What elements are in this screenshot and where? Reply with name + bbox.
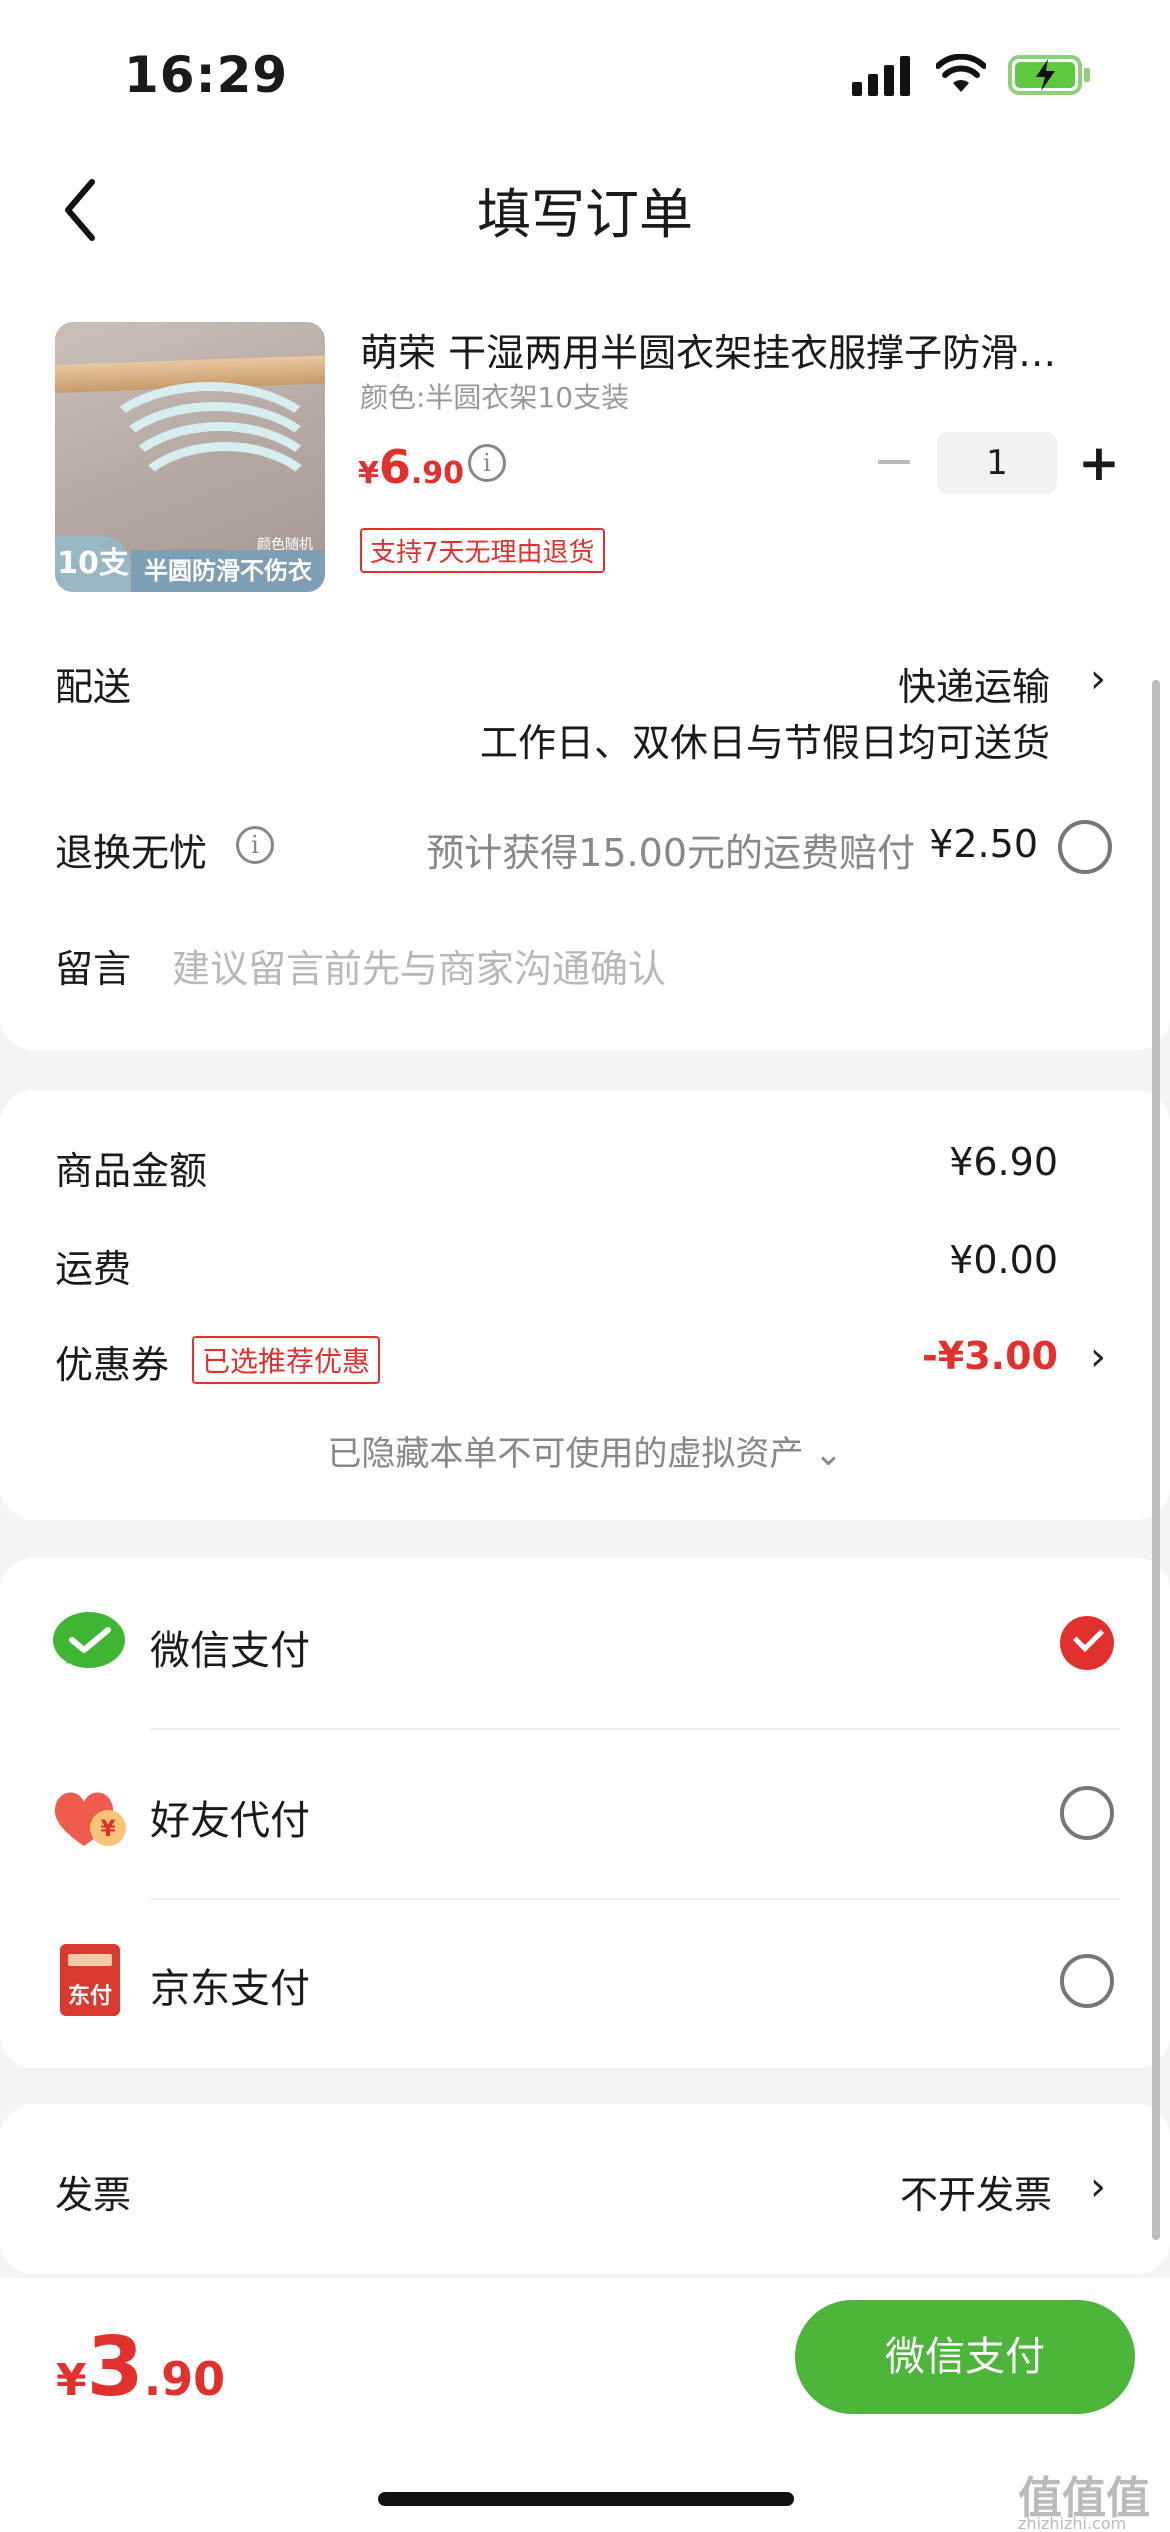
- invoice-value[interactable]: 不开发票: [900, 2164, 1052, 2219]
- message-input[interactable]: 建议留言前先与商家沟通确认: [172, 938, 666, 993]
- return-service-price: ¥2.50: [929, 822, 1038, 866]
- invoice-label: 发票: [55, 2173, 132, 2217]
- coupon-label: 优惠券: [55, 1343, 170, 1387]
- cellular-signal-icon: [852, 56, 910, 96]
- payment-label-jd: 京东支付: [150, 1966, 310, 2012]
- coupon-badge: 已选推荐优惠: [192, 1336, 381, 1384]
- payment-card: 微信支付 ¥ 好友代付 东付 京东支付: [0, 1558, 1170, 2068]
- message-label: 留言: [55, 947, 132, 991]
- status-time: 16:29: [124, 46, 289, 104]
- quantity-value[interactable]: 1: [937, 432, 1057, 494]
- wechat-pay-icon: [53, 1612, 125, 1668]
- return-service-info-icon[interactable]: i: [236, 826, 274, 864]
- return-policy-badge: 支持7天无理由退货: [360, 528, 605, 573]
- payment-label-wechat: 微信支付: [150, 1628, 310, 1674]
- quantity-increase-button[interactable]: +: [1078, 438, 1120, 488]
- product-price: ¥6.90: [358, 440, 465, 494]
- invoice-card[interactable]: 发票 不开发票 ›: [0, 2104, 1170, 2274]
- product-spec: 颜色:半圆衣架10支装: [360, 381, 630, 414]
- shipping-label: 运费: [55, 1247, 132, 1291]
- order-info-card: 颜色随机 10支 半圆防滑不伤衣 萌荣 干湿两用半圆衣架挂衣服撑子防滑… 颜色:…: [0, 270, 1170, 1050]
- coupon-chevron-icon[interactable]: ›: [1090, 1334, 1106, 1380]
- payment-radio-friend[interactable]: [1060, 1786, 1114, 1840]
- delivery-label: 配送: [55, 665, 132, 709]
- shipping-value: ¥0.00: [949, 1238, 1058, 1282]
- product-image-tag: 10支: [55, 536, 131, 592]
- friend-pay-icon: ¥: [54, 1792, 126, 1846]
- home-indicator[interactable]: [378, 2492, 794, 2506]
- payment-option-friend[interactable]: ¥ 好友代付: [0, 1730, 1170, 1898]
- payment-option-jd[interactable]: 东付 京东支付: [0, 1900, 1170, 2068]
- price-info-icon[interactable]: i: [468, 444, 506, 482]
- wechat-pay-button[interactable]: 微信支付: [795, 2300, 1135, 2414]
- payment-radio-wechat[interactable]: [1060, 1616, 1114, 1670]
- scrollbar[interactable]: [1152, 680, 1160, 2240]
- payment-label-friend: 好友代付: [150, 1798, 310, 1844]
- delivery-method[interactable]: 快递运输: [898, 656, 1050, 711]
- product-image-banner: 半圆防滑不伤衣: [131, 550, 325, 592]
- delivery-note: 工作日、双休日与节假日均可送货: [479, 721, 1050, 765]
- jd-pay-icon-text: 东付: [67, 1984, 112, 2009]
- delivery-chevron-icon[interactable]: ›: [1090, 656, 1106, 702]
- quantity-decrease-button[interactable]: [878, 460, 910, 464]
- friend-pay-icon-symbol: ¥: [100, 1817, 116, 1842]
- hidden-assets-toggle[interactable]: 已隐藏本单不可使用的虚拟资产 ⌄: [0, 1426, 1170, 1475]
- bottom-bar: ¥3.90 微信支付 值值值 zhizhizhi.com: [0, 2278, 1170, 2532]
- payment-radio-jd[interactable]: [1060, 1954, 1114, 2008]
- product-title[interactable]: 萌荣 干湿两用半圆衣架挂衣服撑子防滑…: [360, 322, 1090, 377]
- payment-option-wechat[interactable]: 微信支付: [0, 1558, 1170, 1728]
- return-service-radio[interactable]: [1058, 820, 1112, 874]
- goods-amount-value: ¥6.90: [949, 1140, 1058, 1184]
- jd-pay-icon: 东付: [60, 1944, 120, 2016]
- return-service-label: 退换无忧: [55, 831, 208, 875]
- total-price: ¥3.90: [56, 2320, 226, 2415]
- battery-charging-icon: [1008, 55, 1090, 95]
- wifi-icon: [936, 54, 986, 92]
- nav-bar: 填写订单: [0, 140, 1170, 270]
- goods-amount-label: 商品金额: [55, 1149, 208, 1193]
- return-service-desc: 预计获得15.00元的运费赔付: [426, 831, 915, 875]
- page-title: 填写订单: [477, 183, 693, 246]
- amount-card: 商品金额 ¥6.90 运费 ¥0.00 优惠券 已选推荐优惠 -¥3.00 › …: [0, 1090, 1170, 1520]
- coupon-value[interactable]: -¥3.00: [922, 1334, 1058, 1378]
- product-image[interactable]: 颜色随机 10支 半圆防滑不伤衣: [55, 322, 325, 592]
- watermark-url: zhizhizhi.com: [1018, 2514, 1127, 2532]
- status-bar: 16:29: [0, 0, 1170, 140]
- invoice-chevron-icon[interactable]: ›: [1090, 2164, 1106, 2210]
